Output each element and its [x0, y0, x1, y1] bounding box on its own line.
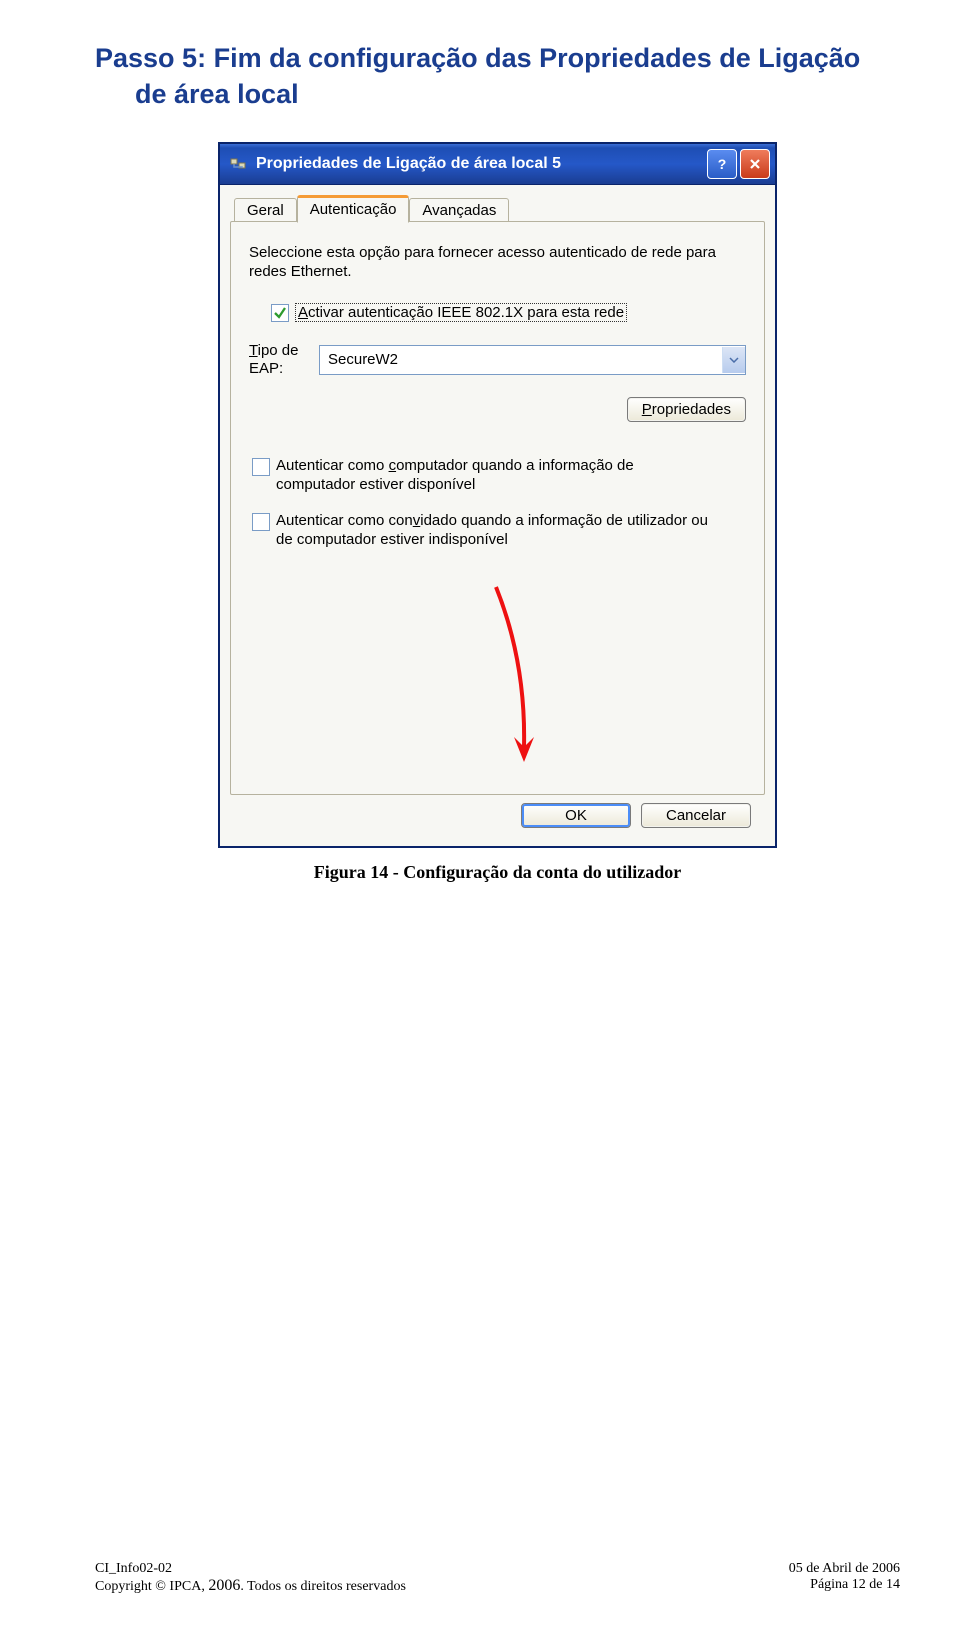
properties-button[interactable]: Propriedades — [627, 397, 746, 422]
checkbox-icon — [271, 304, 289, 322]
checkbox-auth-computer[interactable]: Autenticar como computador quando a info… — [252, 457, 746, 495]
red-arrow-annotation — [486, 582, 566, 782]
step-subtitle: de área local — [135, 76, 900, 112]
footer-doc-id: CI_Info02-02 — [95, 1561, 172, 1577]
eap-type-select[interactable]: SecureW2 — [319, 345, 746, 375]
chevron-down-icon — [722, 347, 745, 373]
checkbox-auth-guest-label: Autenticar como convidado quando a infor… — [276, 512, 708, 550]
checkbox-icon — [252, 513, 270, 531]
tab-strip: Geral Autenticação Avançadas — [230, 195, 765, 222]
help-button[interactable]: ? — [707, 149, 737, 179]
eap-type-label: Tipo de EAP: — [249, 342, 319, 377]
checkbox-auth-guest[interactable]: Autenticar como convidado quando a infor… — [252, 512, 746, 550]
ok-button[interactable]: OK — [521, 803, 631, 828]
tab-panel-autenticacao: Seleccione esta opção para fornecer aces… — [230, 221, 765, 795]
checkbox-icon — [252, 458, 270, 476]
step-title: Fim da configuração das Propriedades de … — [214, 43, 861, 73]
step-heading: Passo 5: Fim da configuração das Proprie… — [95, 40, 900, 113]
close-button[interactable] — [740, 149, 770, 179]
eap-type-row: Tipo de EAP: SecureW2 — [249, 342, 746, 377]
cancel-button[interactable]: Cancelar — [641, 803, 751, 828]
checkbox-activate-label: Activar autenticação IEEE 802.1X para es… — [295, 303, 627, 322]
page: Passo 5: Fim da configuração das Proprie… — [0, 0, 960, 1625]
titlebar-buttons: ? — [707, 149, 770, 179]
eap-type-value: SecureW2 — [328, 351, 398, 368]
dialog-title: Propriedades de Ligação de área local 5 — [256, 155, 707, 173]
checkbox-activate-8021x[interactable]: Activar autenticação IEEE 802.1X para es… — [271, 303, 746, 322]
intro-text: Seleccione esta opção para fornecer aces… — [249, 244, 746, 282]
tab-geral[interactable]: Geral — [234, 198, 297, 222]
step-number: Passo 5: — [95, 43, 206, 73]
dialog-footer: OK Cancelar — [230, 795, 765, 828]
tab-avancadas[interactable]: Avançadas — [409, 198, 509, 222]
footer-copyright: Copyright © IPCA, 2006. Todos os direito… — [95, 1577, 406, 1595]
dialog-wrapper: Propriedades de Ligação de área local 5 … — [95, 143, 900, 847]
titlebar[interactable]: Propriedades de Ligação de área local 5 … — [220, 144, 775, 185]
page-footer: CI_Info02-02 05 de Abril de 2006 Copyrig… — [95, 1561, 900, 1595]
footer-page-number: Página 12 de 14 — [810, 1577, 900, 1595]
checkbox-auth-computer-label: Autenticar como computador quando a info… — [276, 457, 634, 495]
figure-caption: Figura 14 - Configuração da conta do uti… — [95, 862, 900, 883]
properties-dialog: Propriedades de Ligação de área local 5 … — [219, 143, 776, 847]
tab-autenticacao[interactable]: Autenticação — [297, 195, 410, 223]
dialog-body: Geral Autenticação Avançadas Seleccione … — [220, 185, 775, 846]
svg-text:?: ? — [718, 157, 727, 171]
footer-date: 05 de Abril de 2006 — [789, 1561, 900, 1577]
properties-button-row: Propriedades — [249, 397, 746, 422]
network-icon — [228, 154, 248, 174]
